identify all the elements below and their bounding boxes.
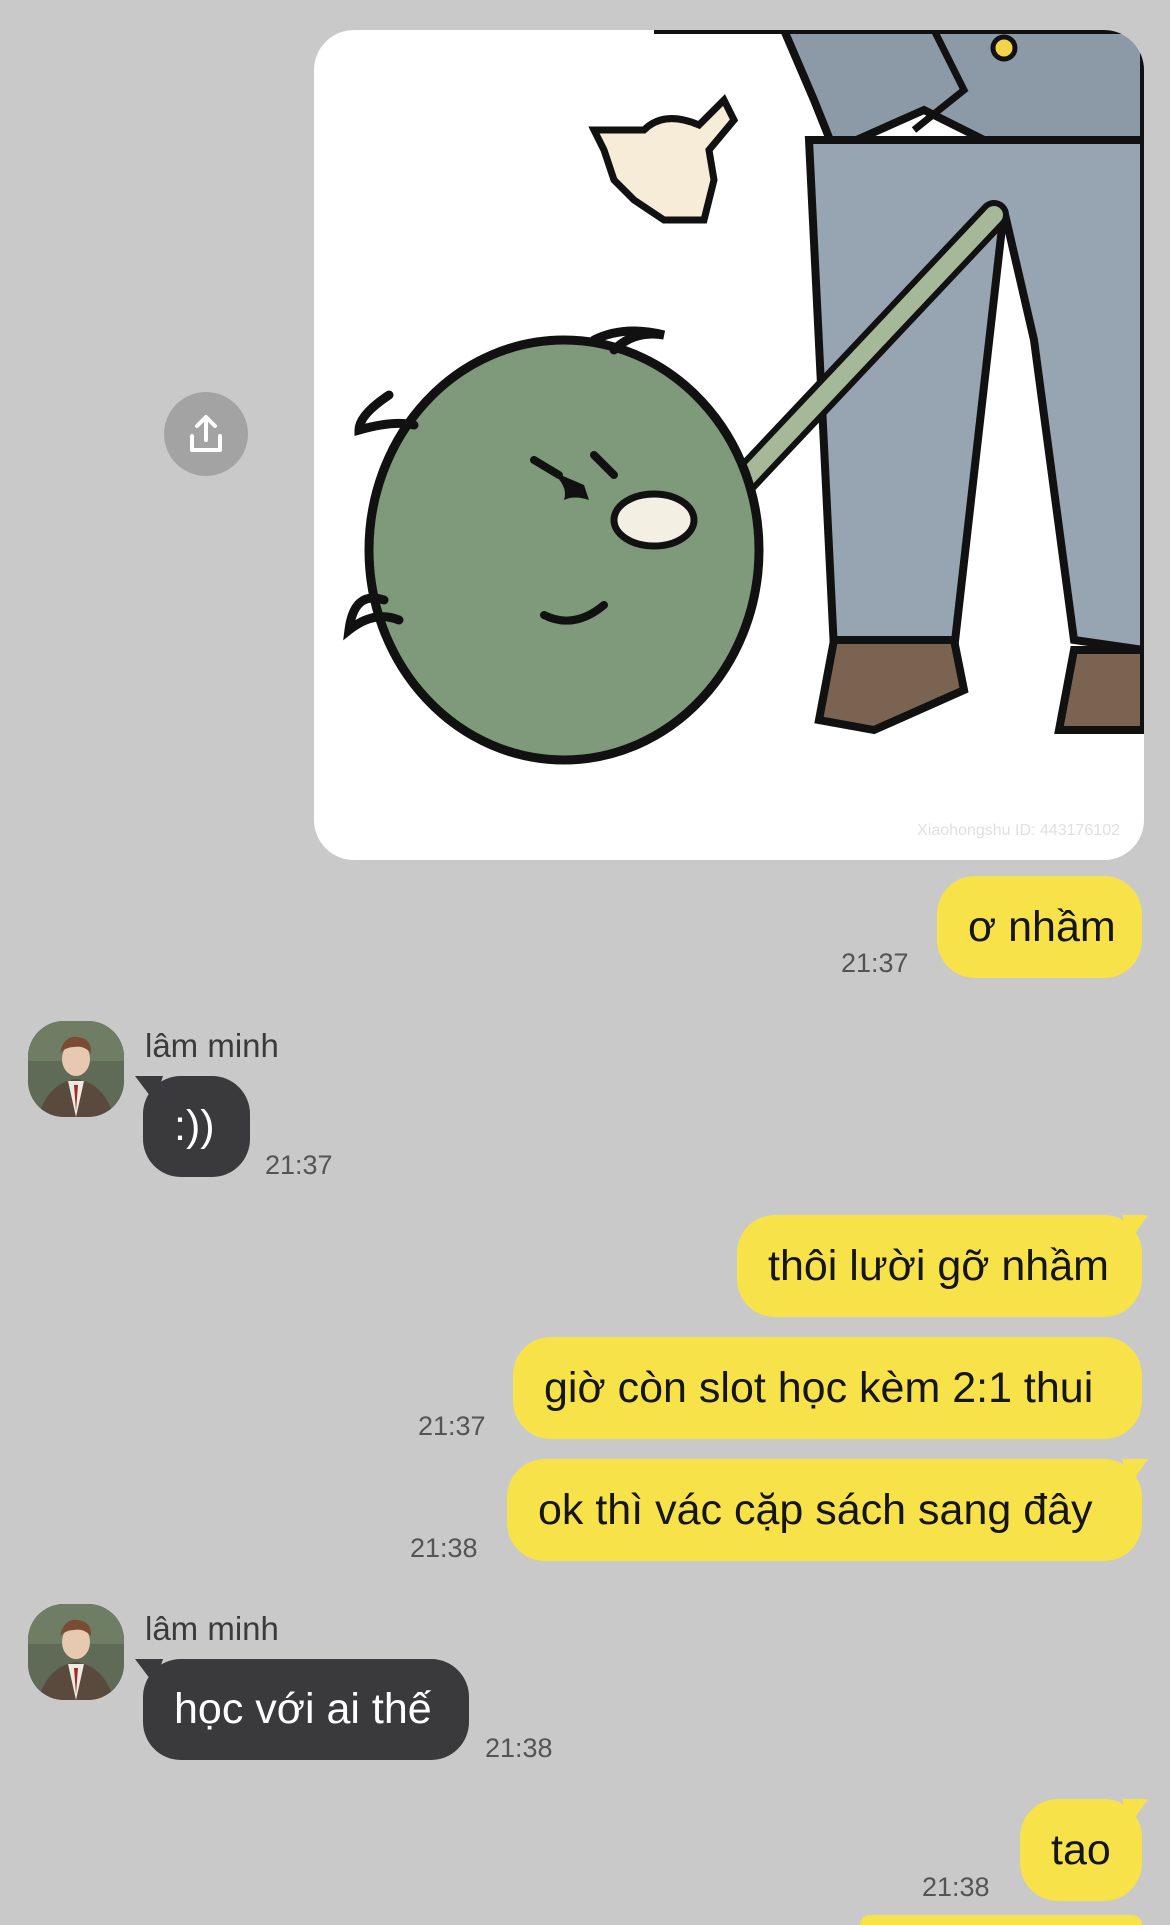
- share-button[interactable]: [164, 392, 248, 476]
- contact-name: lâm minh: [145, 1027, 279, 1064]
- message-bubble-sent[interactable]: ơ nhầm: [937, 876, 1142, 978]
- message-text: ơ nhầm: [968, 902, 1116, 951]
- message-text: ok thì vác cặp sách sang đây: [538, 1485, 1093, 1534]
- message-time: 21:37: [418, 1411, 486, 1441]
- message-text: :)): [174, 1102, 215, 1150]
- message-bubble-sent[interactable]: thôi lười gỡ nhầm: [737, 1215, 1142, 1317]
- contact-avatar[interactable]: [28, 1604, 124, 1700]
- message-time: 21:38: [922, 1872, 990, 1902]
- sent-image[interactable]: Xiaohongshu ID: 443176102: [314, 30, 1144, 860]
- message-text: tao: [1051, 1825, 1111, 1874]
- message-text: học với ai thế: [174, 1685, 432, 1733]
- message-bubble-sent-partial: [860, 1915, 1142, 1925]
- sticker-illustration: [343, 30, 1144, 765]
- contact-name: lâm minh: [145, 1610, 279, 1647]
- message-time: 21:38: [485, 1733, 553, 1763]
- message-time: 21:37: [265, 1150, 333, 1180]
- image-watermark: Xiaohongshu ID: 443176102: [917, 822, 1120, 839]
- message-bubble-received[interactable]: học với ai thế: [143, 1659, 469, 1760]
- message-text: giờ còn slot học kèm 2:1 thui: [544, 1363, 1094, 1412]
- message-time: 21:37: [841, 948, 909, 978]
- message-bubble-sent[interactable]: tao: [1020, 1799, 1142, 1901]
- message-text: thôi lười gỡ nhầm: [768, 1241, 1109, 1290]
- message-bubble-received[interactable]: :)): [143, 1076, 250, 1177]
- contact-avatar[interactable]: [28, 1021, 124, 1117]
- share-upload-icon: [190, 415, 222, 452]
- message-time: 21:38: [410, 1533, 478, 1563]
- message-bubble-sent[interactable]: ok thì vác cặp sách sang đây: [507, 1459, 1142, 1561]
- message-bubble-sent[interactable]: giờ còn slot học kèm 2:1 thui: [513, 1337, 1142, 1439]
